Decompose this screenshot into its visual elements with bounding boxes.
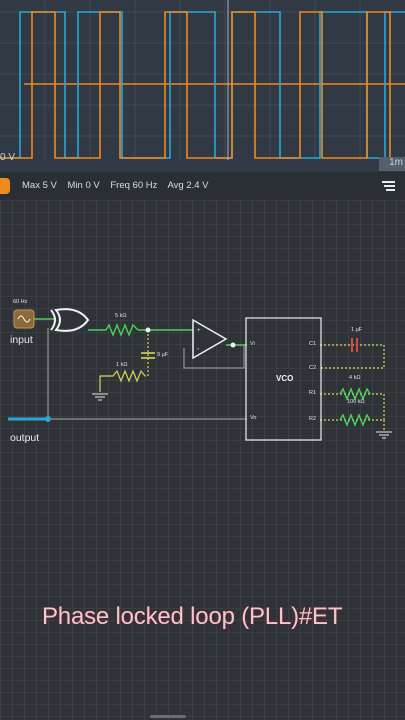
vco-pin-r2: R2 — [309, 416, 317, 422]
time-scale-label: 1m — [379, 157, 405, 171]
average-voltage: Avg 2.4 V — [167, 180, 209, 191]
input-label: input — [10, 334, 33, 346]
output-label: output — [10, 432, 40, 444]
menu-icon[interactable] — [382, 181, 395, 191]
channel-color-icon[interactable] — [0, 178, 10, 194]
vco-title: VCO — [276, 374, 294, 383]
max-voltage: Max 5 V — [22, 180, 57, 191]
waveform-plot — [0, 0, 405, 160]
resistor-5k-label: 5 kΩ — [115, 313, 127, 319]
resistor-1k — [99, 369, 146, 392]
resistor-4k — [339, 387, 371, 401]
measurement-bar: Max 5 V Min 0 V Freq 60 Hz Avg 2.4 V — [0, 172, 405, 200]
capacitor-1uF-label: 1 μF — [351, 327, 363, 333]
resistor-100k — [339, 413, 371, 427]
vco-pin-c1: C1 — [309, 341, 317, 347]
vco-pin-r1: R1 — [309, 390, 317, 396]
vco-pin-vo: Vo — [250, 415, 257, 421]
oscilloscope-panel[interactable]: 0 V 1m — [0, 0, 405, 172]
resistor-100k-label: 100 kΩ — [347, 399, 365, 405]
min-voltage: Min 0 V — [67, 180, 100, 191]
vco-pin-vi: Vi — [250, 341, 255, 347]
source-frequency-label: 60 Hz — [13, 299, 28, 305]
circuit-canvas[interactable]: + - 60 Hz input output 5 kΩ 1 kΩ 9 μF VC… — [0, 200, 405, 720]
resistor-4k-label: 4 kΩ — [349, 375, 361, 381]
vco-pin-c2: C2 — [309, 365, 317, 371]
frequency: Freq 60 Hz — [110, 180, 158, 191]
resistor-5k — [105, 323, 139, 337]
zero-volt-label: 0 V — [0, 152, 16, 163]
video-caption: Phase locked loop (PLL)#ET — [42, 603, 343, 630]
pll-schematic: + - — [8, 308, 392, 441]
capacitor-9uF-label: 9 μF — [157, 352, 169, 358]
resistor-1k-label: 1 kΩ — [116, 362, 128, 368]
home-indicator — [150, 715, 186, 718]
measurement-readouts: Max 5 V Min 0 V Freq 60 Hz Avg 2.4 V — [22, 180, 217, 191]
svg-text:+: + — [197, 328, 201, 334]
capacitor-1uF — [351, 338, 358, 352]
xor-gate — [54, 308, 90, 332]
